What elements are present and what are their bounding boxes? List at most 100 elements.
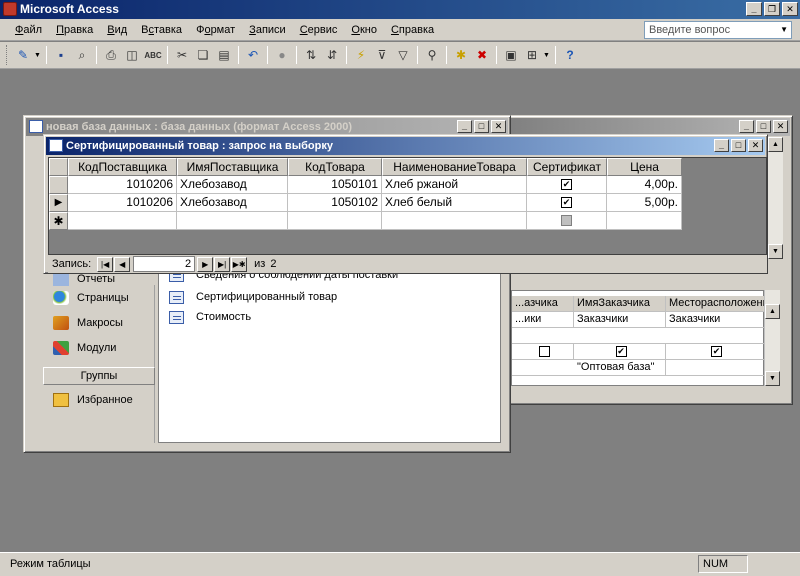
table-cell[interactable]: Заказчики (666, 312, 765, 328)
groups-header[interactable]: Группы (43, 367, 155, 385)
search-file-icon[interactable]: ⌕ (72, 45, 92, 65)
print-icon[interactable]: ⎙ (101, 45, 121, 65)
find-icon[interactable]: ⚲ (422, 45, 442, 65)
maximize-button[interactable]: □ (756, 120, 771, 133)
scroll-down-arrow-icon[interactable]: ▼ (768, 244, 783, 259)
spelling-icon[interactable]: ABC (143, 45, 163, 65)
table-cell[interactable]: Хлебозавод (177, 176, 288, 194)
chevron-down-icon[interactable]: ▼ (34, 52, 42, 59)
list-item-certified-products[interactable]: Сертифицированный товар (169, 288, 337, 306)
table-cell[interactable] (382, 212, 527, 230)
maximize-button[interactable]: □ (731, 139, 746, 152)
close-button[interactable]: ✕ (748, 139, 763, 152)
minimize-button[interactable]: _ (739, 120, 754, 133)
undo-icon[interactable]: ↶ (243, 45, 263, 65)
column-header[interactable]: КодПоставщика (68, 158, 177, 176)
table-cell[interactable]: Хлеб ржаной (382, 176, 527, 194)
header-cell[interactable]: ИмяЗаказчика (574, 296, 666, 312)
filter-by-form-icon[interactable]: ⊽ (372, 45, 392, 65)
menu-file[interactable]: Файл (8, 19, 49, 41)
new-object-icon[interactable]: ⊞ (522, 45, 542, 65)
close-button[interactable]: ✕ (773, 120, 788, 133)
restore-button[interactable]: ❐ (764, 2, 780, 16)
sidebar-item-macros[interactable]: Макросы (53, 312, 123, 334)
grid-vertical-scrollbar[interactable]: ▲ ▼ (764, 290, 780, 386)
database-window-icon[interactable]: ▣ (501, 45, 521, 65)
table-cell[interactable]: ...ики (512, 312, 574, 328)
close-button[interactable]: ✕ (491, 120, 506, 133)
close-button[interactable]: ✕ (782, 2, 798, 16)
print-preview-icon[interactable]: ◫ (122, 45, 142, 65)
record-selector[interactable] (49, 176, 68, 194)
table-cell[interactable]: Хлебозавод (177, 194, 288, 212)
sidebar-item-favorites[interactable]: Избранное (53, 389, 133, 411)
toolbar-grip[interactable] (6, 45, 9, 65)
insert-object-icon[interactable]: ● (272, 45, 292, 65)
table-cell[interactable]: 5,00р. (607, 194, 682, 212)
chevron-down-icon[interactable]: ▼ (543, 52, 551, 59)
previous-record-icon[interactable]: ◀ (114, 256, 131, 272)
table-cell[interactable]: 1010206 (68, 194, 177, 212)
table-cell[interactable] (288, 212, 382, 230)
sort-ascending-icon[interactable]: ⇅ (301, 45, 321, 65)
table-cell[interactable]: "Оптовая база" (574, 360, 666, 376)
sidebar-item-pages[interactable]: Страницы (53, 287, 129, 309)
table-cell[interactable]: 1050102 (288, 194, 382, 212)
menu-tools[interactable]: Сервис (293, 19, 345, 41)
chevron-down-icon[interactable]: ▼ (780, 23, 788, 36)
column-header[interactable]: Цена (607, 158, 682, 176)
cut-icon[interactable]: ✂ (172, 45, 192, 65)
table-cell[interactable]: 1050101 (288, 176, 382, 194)
maximize-button[interactable]: □ (474, 120, 489, 133)
scroll-down-arrow-icon[interactable]: ▼ (765, 371, 780, 386)
table-cell[interactable]: Заказчики (574, 312, 666, 328)
header-cell[interactable]: ...азчика (512, 296, 574, 312)
sidebar-item-modules[interactable]: Модули (53, 337, 116, 359)
menu-window[interactable]: Окно (344, 19, 384, 41)
help-question-input[interactable]: Введите вопрос ▼ (644, 21, 792, 39)
menu-edit[interactable]: Правка (49, 19, 100, 41)
scroll-up-arrow-icon[interactable]: ▲ (768, 137, 783, 152)
background-vertical-scrollbar[interactable]: ▲ ▼ (767, 137, 783, 259)
checkbox-checked[interactable]: ✔ (711, 345, 722, 357)
column-header[interactable]: КодТовара (288, 158, 382, 176)
menu-records[interactable]: Записи (242, 19, 293, 41)
minimize-button[interactable]: _ (457, 120, 472, 133)
current-record-arrow-icon[interactable]: ▶ (49, 194, 68, 212)
paste-icon[interactable]: ▤ (214, 45, 234, 65)
design-view-icon[interactable]: ✎ (13, 45, 33, 65)
checkbox-checked[interactable]: ✔ (561, 179, 572, 191)
table-cell[interactable]: 1010206 (68, 176, 177, 194)
column-header[interactable]: ИмяПоставщика (177, 158, 288, 176)
new-record-asterisk-icon[interactable]: ✱ (49, 212, 68, 230)
filter-by-selection-icon[interactable]: ⚡ (351, 45, 371, 65)
menu-help[interactable]: Справка (384, 19, 441, 41)
help-icon[interactable]: ? (560, 45, 580, 65)
table-cell[interactable] (177, 212, 288, 230)
save-icon[interactable]: ▪ (51, 45, 71, 65)
column-header[interactable]: Сертификат (527, 158, 607, 176)
column-header[interactable]: НаименованиеТовара (382, 158, 527, 176)
checkbox-checked[interactable]: ✔ (561, 197, 572, 209)
header-cell[interactable]: Месторасположение (666, 296, 765, 312)
next-record-icon[interactable]: ▶ (197, 256, 214, 272)
menu-insert[interactable]: Вставка (134, 19, 189, 41)
checkbox-checked[interactable]: ✔ (615, 345, 627, 357)
scroll-up-arrow-icon[interactable]: ▲ (765, 304, 780, 319)
table-cell[interactable] (607, 212, 682, 230)
checkbox-disabled[interactable] (561, 215, 572, 227)
select-all-corner[interactable] (49, 158, 68, 176)
delete-record-icon[interactable]: ✖ (472, 45, 492, 65)
sort-descending-icon[interactable]: ⇵ (322, 45, 342, 65)
checkbox[interactable] (538, 345, 550, 357)
new-record-nav-icon[interactable]: ▶✱ (231, 256, 248, 272)
menu-format[interactable]: Формат (189, 19, 242, 41)
copy-icon[interactable]: ❏ (193, 45, 213, 65)
minimize-button[interactable]: _ (746, 2, 762, 16)
apply-filter-icon[interactable]: ▽ (393, 45, 413, 65)
current-record-input[interactable]: 2 (133, 256, 196, 272)
minimize-button[interactable]: _ (714, 139, 729, 152)
table-cell[interactable]: Хлеб белый (382, 194, 527, 212)
query-window-titlebar[interactable]: Сертифицированный товар : запрос на выбо… (46, 137, 765, 155)
list-item-cost[interactable]: Стоимость (169, 308, 251, 326)
